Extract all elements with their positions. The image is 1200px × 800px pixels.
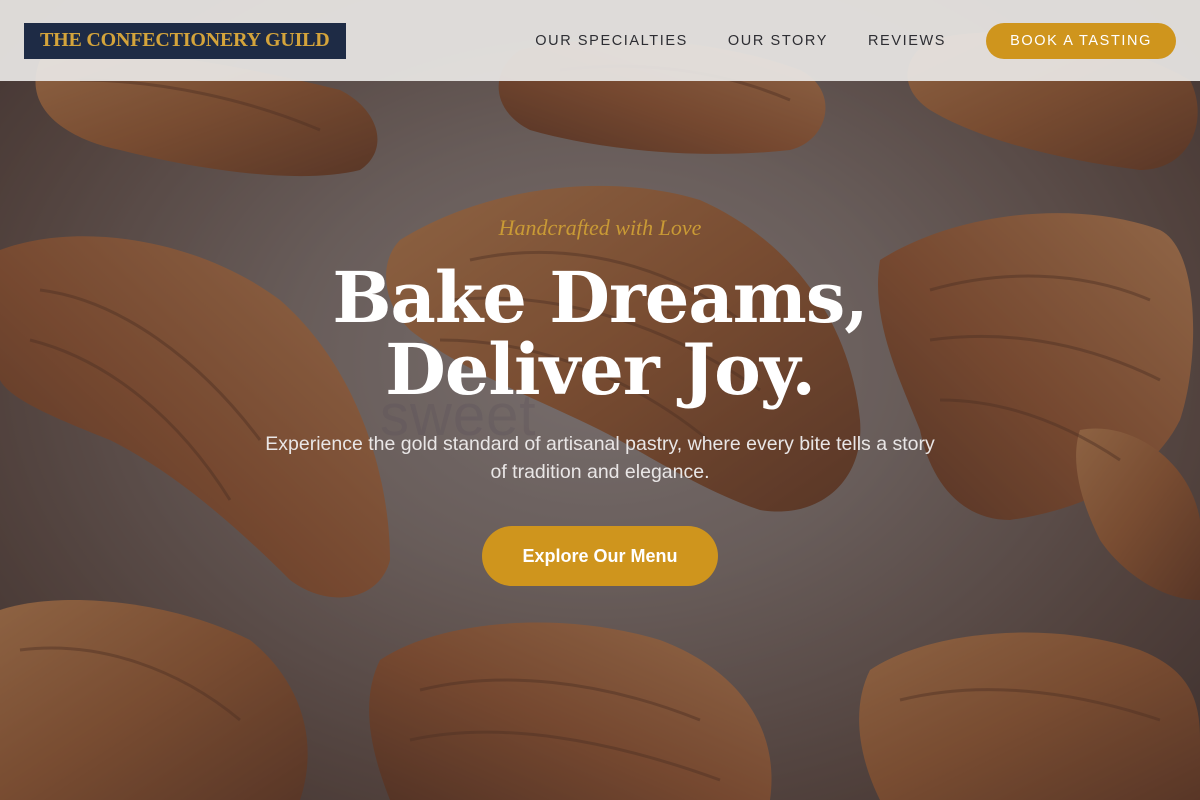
explore-menu-button[interactable]: Explore Our Menu bbox=[482, 526, 718, 586]
hero-tagline: Handcrafted with Love bbox=[498, 215, 702, 240]
hero-headline: Bake Dreams, Deliver Joy. bbox=[332, 256, 868, 411]
hero-subtext: Experience the gold standard of artisana… bbox=[265, 433, 935, 483]
hero-content: Handcrafted with Love sweet Bake Dreams,… bbox=[0, 0, 1200, 800]
